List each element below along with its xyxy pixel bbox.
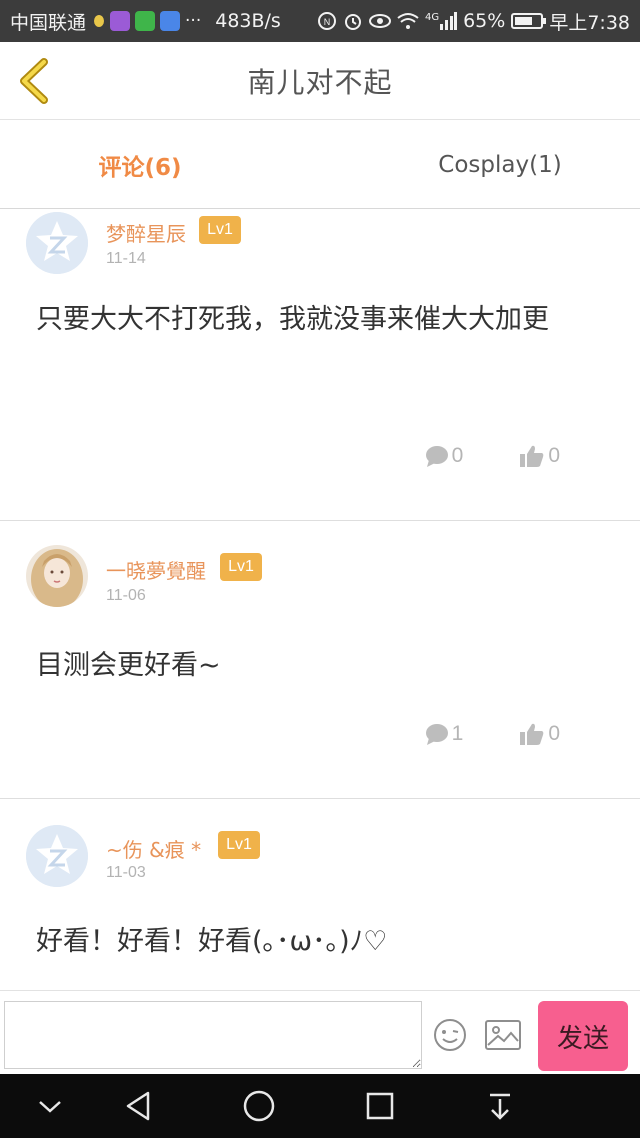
more-dots-icon: ···	[185, 11, 202, 31]
default-avatar-icon	[26, 825, 88, 887]
avatar[interactable]	[26, 545, 88, 607]
chevron-left-icon	[20, 58, 48, 104]
comment-date: 11-03	[106, 864, 146, 881]
comment-text: 目测会更好看~	[36, 650, 221, 681]
thumbs-up-icon	[520, 445, 544, 467]
alarm-icon	[343, 11, 363, 31]
send-button[interactable]: 发送	[538, 1001, 628, 1071]
battery-fill	[515, 17, 533, 25]
circle-home-icon	[243, 1090, 275, 1122]
default-avatar-icon	[26, 212, 88, 274]
triangle-back-icon	[126, 1091, 150, 1121]
battery-icon	[511, 13, 547, 29]
hide-nav-button[interactable]	[32, 1088, 68, 1124]
pull-down-icon	[490, 1093, 510, 1120]
status-bar: 中国联通 ··· 483B/s N 4G 65% 早上7:38	[0, 0, 640, 42]
comment-actions: 0 0	[425, 444, 560, 468]
level-badge: Lv1	[220, 553, 262, 581]
comment-date: 11-06	[106, 587, 146, 604]
smiley-icon	[434, 1019, 466, 1051]
signal-icon: 4G	[424, 12, 458, 30]
user-photo-avatar-icon	[26, 545, 88, 607]
avatar[interactable]	[26, 825, 88, 887]
comment-item: 一晓夢覺醒 Lv1 11-06 目测会更好看~ 1 0	[0, 521, 640, 799]
network-speed: 483B/s	[215, 10, 281, 32]
speech-bubble-icon	[425, 446, 448, 467]
username[interactable]: 一晓夢覺醒	[106, 555, 206, 584]
header: 南儿对不起	[0, 42, 640, 120]
like-button[interactable]: 0	[519, 722, 560, 746]
reply-count: 1	[451, 722, 464, 745]
app-screen: 中国联通 ··· 483B/s N 4G 65% 早上7:38 南儿对不起 评论…	[0, 0, 640, 1138]
baidu-app-icon	[160, 11, 181, 31]
page-title: 南儿对不起	[247, 65, 393, 99]
reply-button[interactable]: 0	[425, 444, 464, 468]
video-app-icon	[110, 11, 131, 31]
clock: 早上7:38	[549, 11, 630, 34]
sync-icon: N	[317, 11, 337, 31]
play-app-icon	[135, 11, 156, 31]
level-badge: Lv1	[199, 216, 241, 244]
comment-input[interactable]	[4, 1001, 422, 1069]
picture-icon	[485, 1020, 521, 1050]
comment-item: 梦醉星辰 Lv1 11-14 只要大大不打死我，我就没事来催大大加更 0 0	[0, 210, 640, 521]
home-nav-button[interactable]	[241, 1088, 277, 1124]
username[interactable]: ~伤 &痕 *	[106, 834, 201, 863]
comment-list[interactable]: 梦醉星辰 Lv1 11-14 只要大大不打死我，我就没事来催大大加更 0 0 一…	[0, 210, 640, 990]
carrier-label: 中国联通	[10, 11, 87, 34]
wifi-icon	[397, 12, 419, 30]
avatar[interactable]	[26, 212, 88, 274]
username[interactable]: 梦醉星辰	[106, 218, 186, 247]
square-recents-icon	[366, 1092, 394, 1120]
comment-text: 只要大大不打死我，我就没事来催大大加更	[36, 304, 549, 335]
reply-count: 0	[451, 444, 464, 467]
reply-button[interactable]: 1	[425, 722, 464, 746]
comment-date: 11-14	[106, 250, 146, 267]
network-type-label: 4G	[424, 12, 440, 23]
back-button[interactable]	[14, 58, 54, 104]
level-badge: Lv1	[218, 831, 260, 859]
back-nav-button[interactable]	[120, 1088, 156, 1124]
thumbs-up-icon	[520, 723, 544, 745]
like-count: 0	[548, 722, 560, 745]
recents-nav-button[interactable]	[362, 1088, 398, 1124]
comment-input-bar: 发送	[0, 990, 640, 1074]
battery-percent: 65%	[463, 10, 506, 32]
image-button[interactable]	[484, 1019, 522, 1051]
notification-bulb-icon	[94, 15, 105, 27]
comment-text: 好看！好看！好看(｡･ω･｡)ﾉ♡	[36, 926, 388, 957]
like-count: 0	[548, 444, 560, 467]
chevron-down-icon	[39, 1101, 61, 1113]
system-nav-bar	[0, 1074, 640, 1138]
tab-comments[interactable]: 评论(6)	[0, 121, 320, 208]
comment-item: ~伤 &痕 * Lv1 11-03 好看！好看！好看(｡･ω･｡)ﾉ♡	[0, 800, 640, 990]
tab-cosplay[interactable]: Cosplay(1)	[320, 121, 640, 208]
like-button[interactable]: 0	[519, 444, 560, 468]
emoji-button[interactable]	[432, 1017, 468, 1053]
comment-actions: 1 0	[425, 722, 560, 746]
eye-icon	[368, 12, 391, 30]
speech-bubble-icon	[425, 724, 448, 745]
svg-text:N: N	[324, 17, 331, 27]
notification-nav-button[interactable]	[482, 1088, 518, 1124]
tab-bar: 评论(6) Cosplay(1)	[0, 121, 640, 209]
